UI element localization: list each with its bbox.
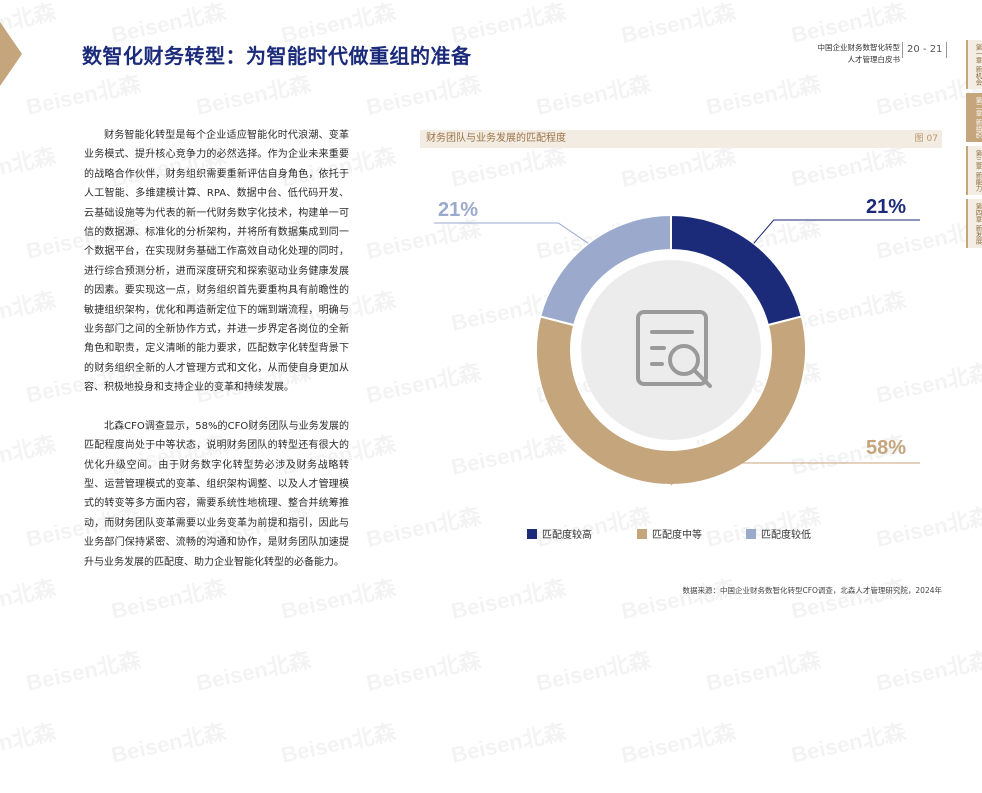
watermark-text: Beisen北森: [23, 642, 143, 697]
body-text: 财务智能化转型是每个企业适应智能化时代浪潮、变革业务模式、提升核心竞争力的必然选…: [84, 126, 349, 591]
chapter-tabs: 第一章 新机会 第二章 新组织 第三章 新能力 第四章 新发展: [966, 40, 982, 252]
donut-chart: 21% 58% 21%: [434, 196, 920, 486]
watermark-text: Beisen北森: [873, 642, 982, 697]
page-numbers: 20 - 21: [902, 42, 948, 58]
legend-item-medium: 匹配度中等: [637, 528, 702, 544]
watermark-text: Beisen北森: [0, 426, 58, 481]
chapter-tab-1[interactable]: 第一章 新机会: [966, 40, 982, 90]
watermark-text: Beisen北森: [703, 66, 823, 121]
document-title-line-1: 中国企业财务数智化转型: [817, 43, 901, 52]
watermark-text: Beisen北森: [193, 66, 313, 121]
watermark-text: Beisen北森: [108, 714, 228, 769]
page-title: 数智化财务转型：为智能时代做重组的准备: [82, 44, 472, 68]
legend-label-high: 匹配度较高: [542, 530, 592, 541]
corner-marker: [0, 22, 22, 86]
watermark-text: Beisen北森: [703, 642, 823, 697]
chart-title: 财务团队与业务发展的匹配程度: [426, 133, 566, 144]
watermark-text: Beisen北森: [23, 66, 143, 121]
figure-label: 图 07: [914, 134, 938, 144]
legend-label-low: 匹配度较低: [761, 530, 811, 541]
legend-item-low: 匹配度较低: [746, 528, 811, 544]
chapter-tab-2[interactable]: 第二章 新组织: [966, 93, 982, 143]
watermark-text: Beisen北森: [448, 714, 568, 769]
chart-header: 财务团队与业务发展的匹配程度 图 07: [420, 130, 942, 148]
data-source: 数据来源：中国企业财务数智化转型CFO调查，北森人才管理研究院，2024年: [682, 586, 942, 595]
watermark-text: Beisen北森: [788, 570, 908, 625]
body-paragraph-1: 财务智能化转型是每个企业适应智能化时代浪潮、变革业务模式、提升核心竞争力的必然选…: [84, 130, 349, 394]
data-label-medium: 58%: [866, 437, 906, 459]
watermark-text: Beisen北森: [193, 642, 313, 697]
leader-line: [753, 219, 920, 244]
legend-item-high: 匹配度较高: [527, 528, 592, 544]
watermark-text: Beisen北森: [0, 570, 58, 625]
legend-swatch-low: [746, 529, 756, 539]
watermark-text: Beisen北森: [618, 570, 738, 625]
watermark-text: Beisen北森: [788, 714, 908, 769]
leader-line: [434, 222, 589, 244]
watermark-text: Beisen北森: [533, 66, 653, 121]
watermark-text: Beisen北森: [618, 0, 738, 50]
watermark-text: Beisen北森: [363, 642, 483, 697]
data-label-high: 21%: [866, 196, 906, 218]
watermark-text: Beisen北森: [0, 138, 58, 193]
legend-swatch-medium: [637, 529, 647, 539]
watermark-text: Beisen北森: [0, 282, 58, 337]
watermark-text: Beisen北森: [363, 66, 483, 121]
watermark-text: Beisen北森: [0, 714, 58, 769]
watermark-text: Beisen北森: [618, 714, 738, 769]
body-paragraph-2: 北森CFO调查显示，58%的CFO财务团队与业务发展的匹配程度尚处于中等状态，说…: [84, 420, 349, 568]
donut-center: [581, 260, 761, 440]
chapter-tab-4[interactable]: 第四章 新发展: [966, 199, 982, 249]
document-title-line-2: 人才管理白皮书: [847, 55, 901, 64]
data-label-low: 21%: [438, 199, 478, 221]
legend-label-medium: 匹配度中等: [652, 530, 702, 541]
document-header: 中国企业财务数智化转型 人才管理白皮书: [790, 42, 901, 66]
watermark-text: Beisen北森: [533, 642, 653, 697]
chapter-tab-3[interactable]: 第三章 新能力: [966, 146, 982, 196]
watermark-text: Beisen北森: [448, 570, 568, 625]
legend-swatch-high: [527, 529, 537, 539]
watermark-text: Beisen北森: [278, 714, 398, 769]
